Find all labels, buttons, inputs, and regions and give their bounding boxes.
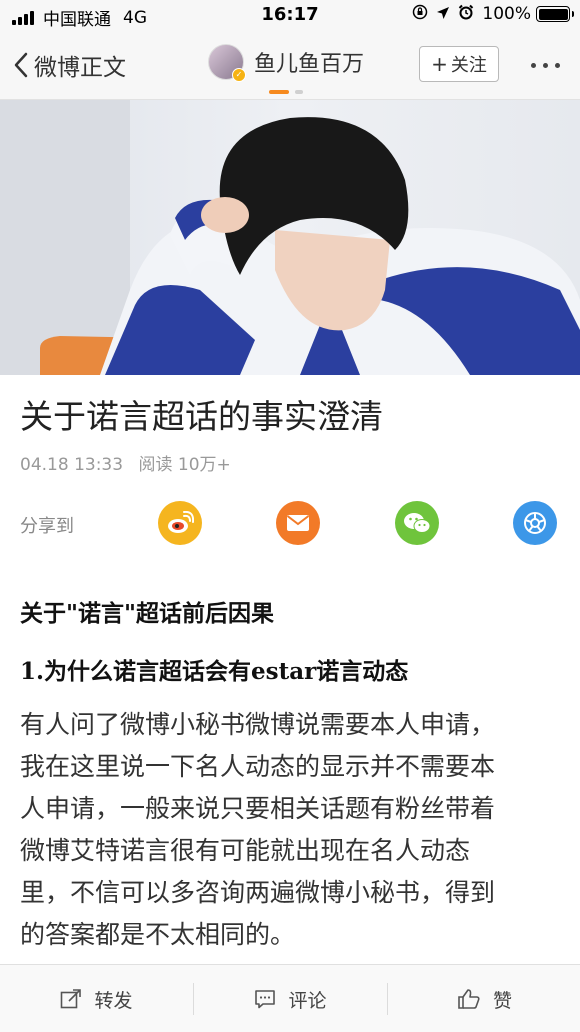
body-line: 微博艾特诺言很有可能就出现在名人动态	[20, 836, 471, 865]
nav-bar: 微博正文 ✓ 鱼儿鱼百万 + 关注	[0, 30, 580, 100]
plus-icon: +	[431, 52, 448, 76]
battery-percent: 100%	[482, 4, 531, 24]
body-line: 我在这里说一下名人动态的显示并不需要本	[20, 752, 496, 781]
comment-button[interactable]: 评论	[194, 965, 387, 1032]
battery-icon	[536, 6, 574, 22]
body-line: 里，不信可以多咨询两遍微博小秘书，得到	[20, 878, 496, 907]
follow-button[interactable]: + 关注	[419, 46, 499, 82]
orientation-lock-icon	[412, 4, 428, 24]
article-meta: 04.18 13:33 阅读 10万+	[20, 450, 241, 475]
comment-icon	[255, 990, 276, 1009]
chevron-left-icon	[14, 52, 28, 78]
follow-label: 关注	[450, 55, 487, 76]
bottom-action-bar: 转发 评论 赞	[0, 964, 580, 1032]
article-title: 关于诺言超话的事实澄清	[20, 397, 383, 436]
subsection-heading: 1.为什么诺言超话会有estar诺言动态	[20, 658, 409, 685]
moments-share-icon[interactable]	[513, 501, 557, 545]
like-button[interactable]: 赞	[388, 965, 580, 1032]
page-indicator	[269, 90, 309, 94]
thumbs-up-icon	[458, 989, 480, 1009]
repost-button[interactable]: 转发	[0, 965, 193, 1032]
cover-image	[0, 100, 580, 375]
more-options-icon[interactable]	[524, 63, 560, 68]
body-line: 人申请，一般来说只要相关话题有粉丝带着	[20, 794, 496, 823]
status-right: 100%	[412, 4, 574, 24]
share-label: 分享到	[20, 516, 74, 537]
repost-icon	[61, 989, 82, 1009]
location-icon	[436, 5, 450, 24]
author-info[interactable]: ✓ 鱼儿鱼百万	[208, 44, 364, 82]
status-bar: 中国联通 4G 16:17 100%	[0, 0, 580, 30]
like-label: 赞	[492, 989, 512, 1012]
mail-share-icon[interactable]	[276, 501, 320, 545]
alarm-icon	[458, 4, 474, 24]
body-line: 的答案都是不太相同的。	[20, 920, 296, 949]
author-name[interactable]: 鱼儿鱼百万	[254, 46, 364, 78]
share-row: 分享到	[20, 500, 560, 546]
comment-label: 评论	[288, 989, 327, 1012]
section-heading: 关于"诺言"超话前后因果	[20, 601, 274, 627]
verified-badge-icon: ✓	[232, 68, 246, 82]
read-count: 阅读 10万+	[138, 455, 231, 475]
back-label: 微博正文	[34, 55, 126, 81]
body-line: 有人问了微博小秘书微博说需要本人申请，	[20, 710, 496, 739]
repost-label: 转发	[94, 989, 133, 1012]
avatar[interactable]: ✓	[208, 44, 246, 82]
wechat-share-icon[interactable]	[395, 501, 439, 545]
post-date: 04.18 13:33	[20, 455, 124, 475]
back-button[interactable]: 微博正文	[14, 48, 126, 82]
article-body: 有人问了微博小秘书微博说需要本人申请， 我在这里说一下名人动态的显示并不需要本 …	[20, 704, 568, 956]
weibo-share-icon[interactable]	[158, 501, 202, 545]
